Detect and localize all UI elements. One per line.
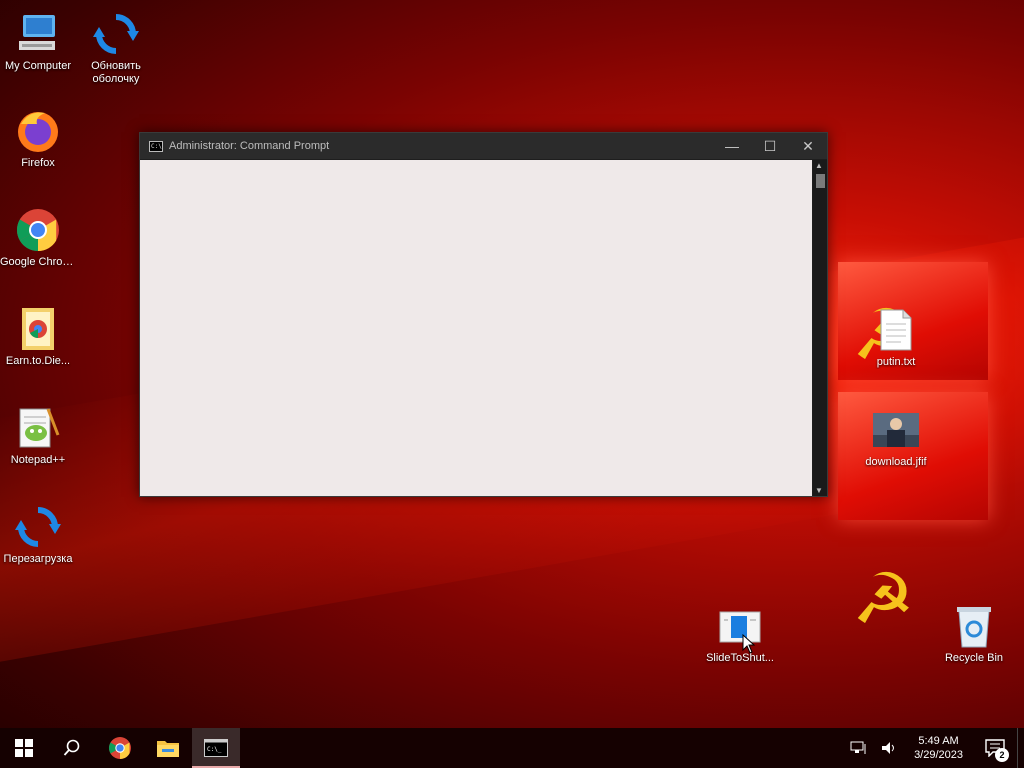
desktop-icon-label: Firefox — [21, 157, 55, 169]
desktop-icon-recycle-bin[interactable]: Recycle Bin — [936, 602, 1012, 665]
chrome-icon — [109, 737, 131, 759]
desktop-icon-firefox[interactable]: Firefox — [0, 107, 76, 170]
desktop-icon-google-chrome[interactable]: Google Chrome — [0, 206, 76, 269]
desktop-icon-slide-to-shutdown[interactable]: SlideToShut... — [702, 602, 778, 665]
scrollbar-thumb[interactable] — [816, 174, 825, 188]
close-button[interactable]: ✕ — [789, 138, 827, 155]
maximize-button[interactable]: ☐ — [751, 138, 789, 155]
command-prompt-icon: C:\ — [149, 140, 163, 152]
text-file-icon — [872, 306, 920, 354]
taskbar: C:\_ 5:49 AM 3/29/2023 2 — [0, 728, 1024, 768]
show-desktop-button[interactable] — [1017, 728, 1024, 768]
svg-text:C:\_: C:\_ — [207, 746, 222, 753]
taskbar-file-explorer-button[interactable] — [144, 728, 192, 768]
taskbar-command-prompt-button[interactable]: C:\_ — [192, 728, 240, 768]
desktop-icon-putin-txt[interactable]: putin.txt — [858, 306, 934, 369]
search-button[interactable] — [48, 728, 96, 768]
desktop-icon-download-jfif[interactable]: download.jfif — [858, 406, 934, 469]
desktop-icon-label: download.jfif — [865, 456, 927, 468]
system-tray: 5:49 AM 3/29/2023 2 — [844, 728, 1024, 768]
network-icon[interactable] — [850, 740, 868, 756]
refresh-icon — [14, 503, 62, 551]
windows-start-icon — [15, 739, 33, 757]
chrome-shortcut-icon — [14, 305, 62, 353]
desktop-icon-label: Google Chrome — [0, 256, 76, 268]
clock-time: 5:49 AM — [918, 735, 959, 747]
desktop-icon-reboot[interactable]: Перезагрузка — [0, 503, 76, 566]
scroll-up-icon[interactable]: ▲ — [815, 161, 823, 170]
action-center-button[interactable]: 2 — [973, 728, 1017, 768]
wallpaper-windows-logo: ☭ ☭ — [820, 240, 1000, 634]
desktop-icon-label: Обновить оболочку — [91, 60, 141, 85]
search-icon — [63, 739, 80, 756]
desktop-icon-my-computer[interactable]: My Computer — [0, 10, 76, 73]
recycle-bin-icon — [950, 602, 998, 650]
image-file-icon — [872, 406, 920, 454]
window-title: Administrator: Command Prompt — [169, 140, 330, 152]
notification-badge: 2 — [995, 748, 1009, 762]
command-prompt-icon: C:\_ — [204, 739, 228, 757]
clock[interactable]: 5:49 AM 3/29/2023 — [914, 734, 963, 762]
desktop-icon-label: Перезагрузка — [3, 553, 73, 565]
console-area[interactable] — [140, 160, 812, 496]
notepad-plus-plus-icon — [14, 404, 62, 452]
clock-date: 3/29/2023 — [914, 749, 963, 761]
computer-icon — [14, 10, 62, 58]
command-prompt-window[interactable]: C:\ Administrator: Command Prompt — ☐ ✕ … — [139, 132, 828, 497]
desktop-icon-label: My Computer — [4, 60, 72, 72]
desktop-icon-notepad-plus-plus[interactable]: Notepad++ — [0, 404, 76, 467]
chrome-icon — [14, 206, 62, 254]
slide-to-shutdown-icon — [716, 602, 764, 650]
refresh-icon — [92, 10, 140, 58]
desktop-icon-earn-to-die[interactable]: Earn.to.Die... — [0, 305, 76, 368]
desktop-icon-label: putin.txt — [876, 356, 916, 368]
scroll-down-icon[interactable]: ▼ — [815, 486, 823, 495]
vertical-scrollbar[interactable]: ▲ ▼ — [813, 160, 827, 496]
taskbar-chrome-button[interactable] — [96, 728, 144, 768]
desktop-icon-refresh-shell[interactable]: Обновить оболочку — [78, 10, 154, 86]
desktop-icon-label: Notepad++ — [10, 454, 66, 466]
minimize-button[interactable]: — — [713, 138, 751, 154]
desktop-icon-label: SlideToShut... — [706, 652, 774, 664]
file-explorer-icon — [157, 741, 179, 757]
desktop-icon-label: Recycle Bin — [944, 652, 1004, 664]
hammer-sickle-emblem: ☭ — [852, 558, 915, 640]
start-button[interactable] — [0, 728, 48, 768]
desktop-icon-label: Earn.to.Die... — [5, 355, 71, 367]
window-titlebar[interactable]: C:\ Administrator: Command Prompt — ☐ ✕ — [140, 133, 827, 159]
firefox-icon — [14, 107, 62, 155]
volume-icon[interactable] — [880, 740, 898, 756]
mouse-cursor-icon — [742, 634, 756, 654]
